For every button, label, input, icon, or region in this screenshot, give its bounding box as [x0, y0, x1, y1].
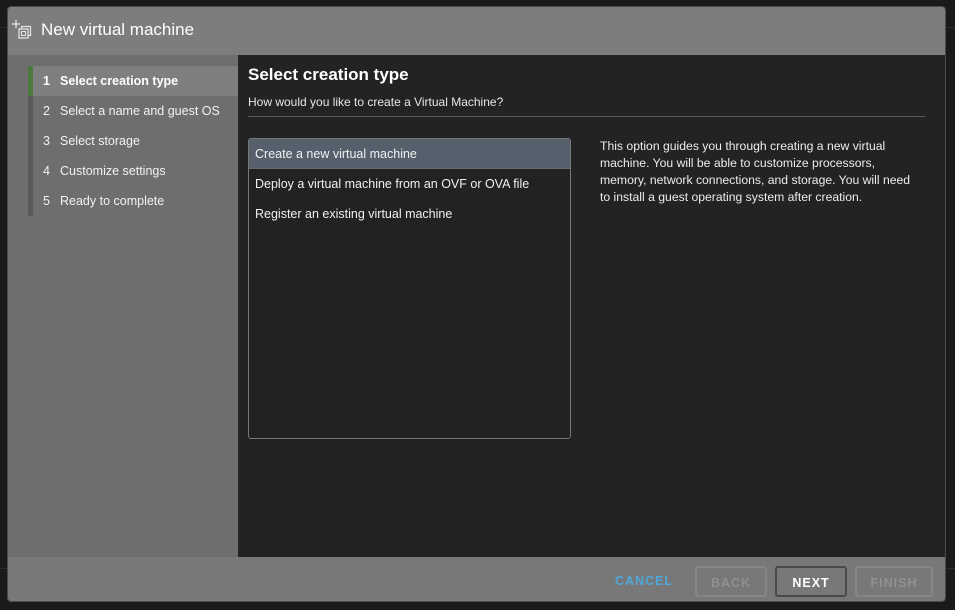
option-create-new-vm[interactable]: Create a new virtual machine: [249, 139, 570, 169]
option-register-existing-vm[interactable]: Register an existing virtual machine: [249, 199, 570, 229]
step-label: Select a name and guest OS: [60, 104, 220, 118]
next-button[interactable]: NEXT: [775, 566, 847, 597]
wizard-main-panel: Select creation type How would you like …: [238, 55, 945, 557]
page-subtitle: How would you like to create a Virtual M…: [248, 95, 504, 109]
cancel-button[interactable]: CANCEL: [608, 566, 680, 597]
step-label: Select storage: [60, 134, 140, 148]
step-number: 4: [43, 164, 50, 178]
creation-type-list[interactable]: Create a new virtual machine Deploy a vi…: [248, 138, 571, 439]
back-button[interactable]: BACK: [695, 566, 767, 597]
step-select-creation-type[interactable]: 1 Select creation type: [28, 66, 238, 96]
step-label: Select creation type: [60, 74, 179, 88]
wizard-steps-sidebar: 1 Select creation type 2 Select a name and…: [8, 55, 238, 557]
add-vm-icon: [12, 19, 34, 41]
step-number: 1: [43, 74, 50, 88]
step-select-storage[interactable]: 3 Select storage: [28, 126, 238, 156]
step-ready-to-complete[interactable]: 5 Ready to complete: [28, 186, 238, 216]
step-number: 5: [43, 194, 50, 208]
wizard-steps: 1 Select creation type 2 Select a name and…: [28, 66, 238, 216]
title-divider: [248, 116, 925, 117]
finish-button[interactable]: FINISH: [855, 566, 933, 597]
option-deploy-ovf-ova[interactable]: Deploy a virtual machine from an OVF or …: [249, 169, 570, 199]
dialog-title: New virtual machine: [41, 20, 195, 39]
step-number: 3: [43, 134, 50, 148]
page-title: Select creation type: [248, 65, 409, 84]
step-label: Customize settings: [60, 164, 166, 178]
step-customize-settings[interactable]: 4 Customize settings: [28, 156, 238, 186]
step-number: 2: [43, 104, 50, 118]
option-description: This option guides you through creating …: [600, 139, 911, 204]
step-label: Ready to complete: [60, 194, 165, 208]
new-vm-dialog: New virtual machine 1 Select creation typ…: [7, 6, 946, 602]
dialog-titlebar: New virtual machine: [8, 7, 945, 55]
dialog-footer: CANCEL BACK NEXT FINISH: [8, 557, 945, 601]
step-select-name-guest-os[interactable]: 2 Select a name and guest OS: [28, 96, 238, 126]
